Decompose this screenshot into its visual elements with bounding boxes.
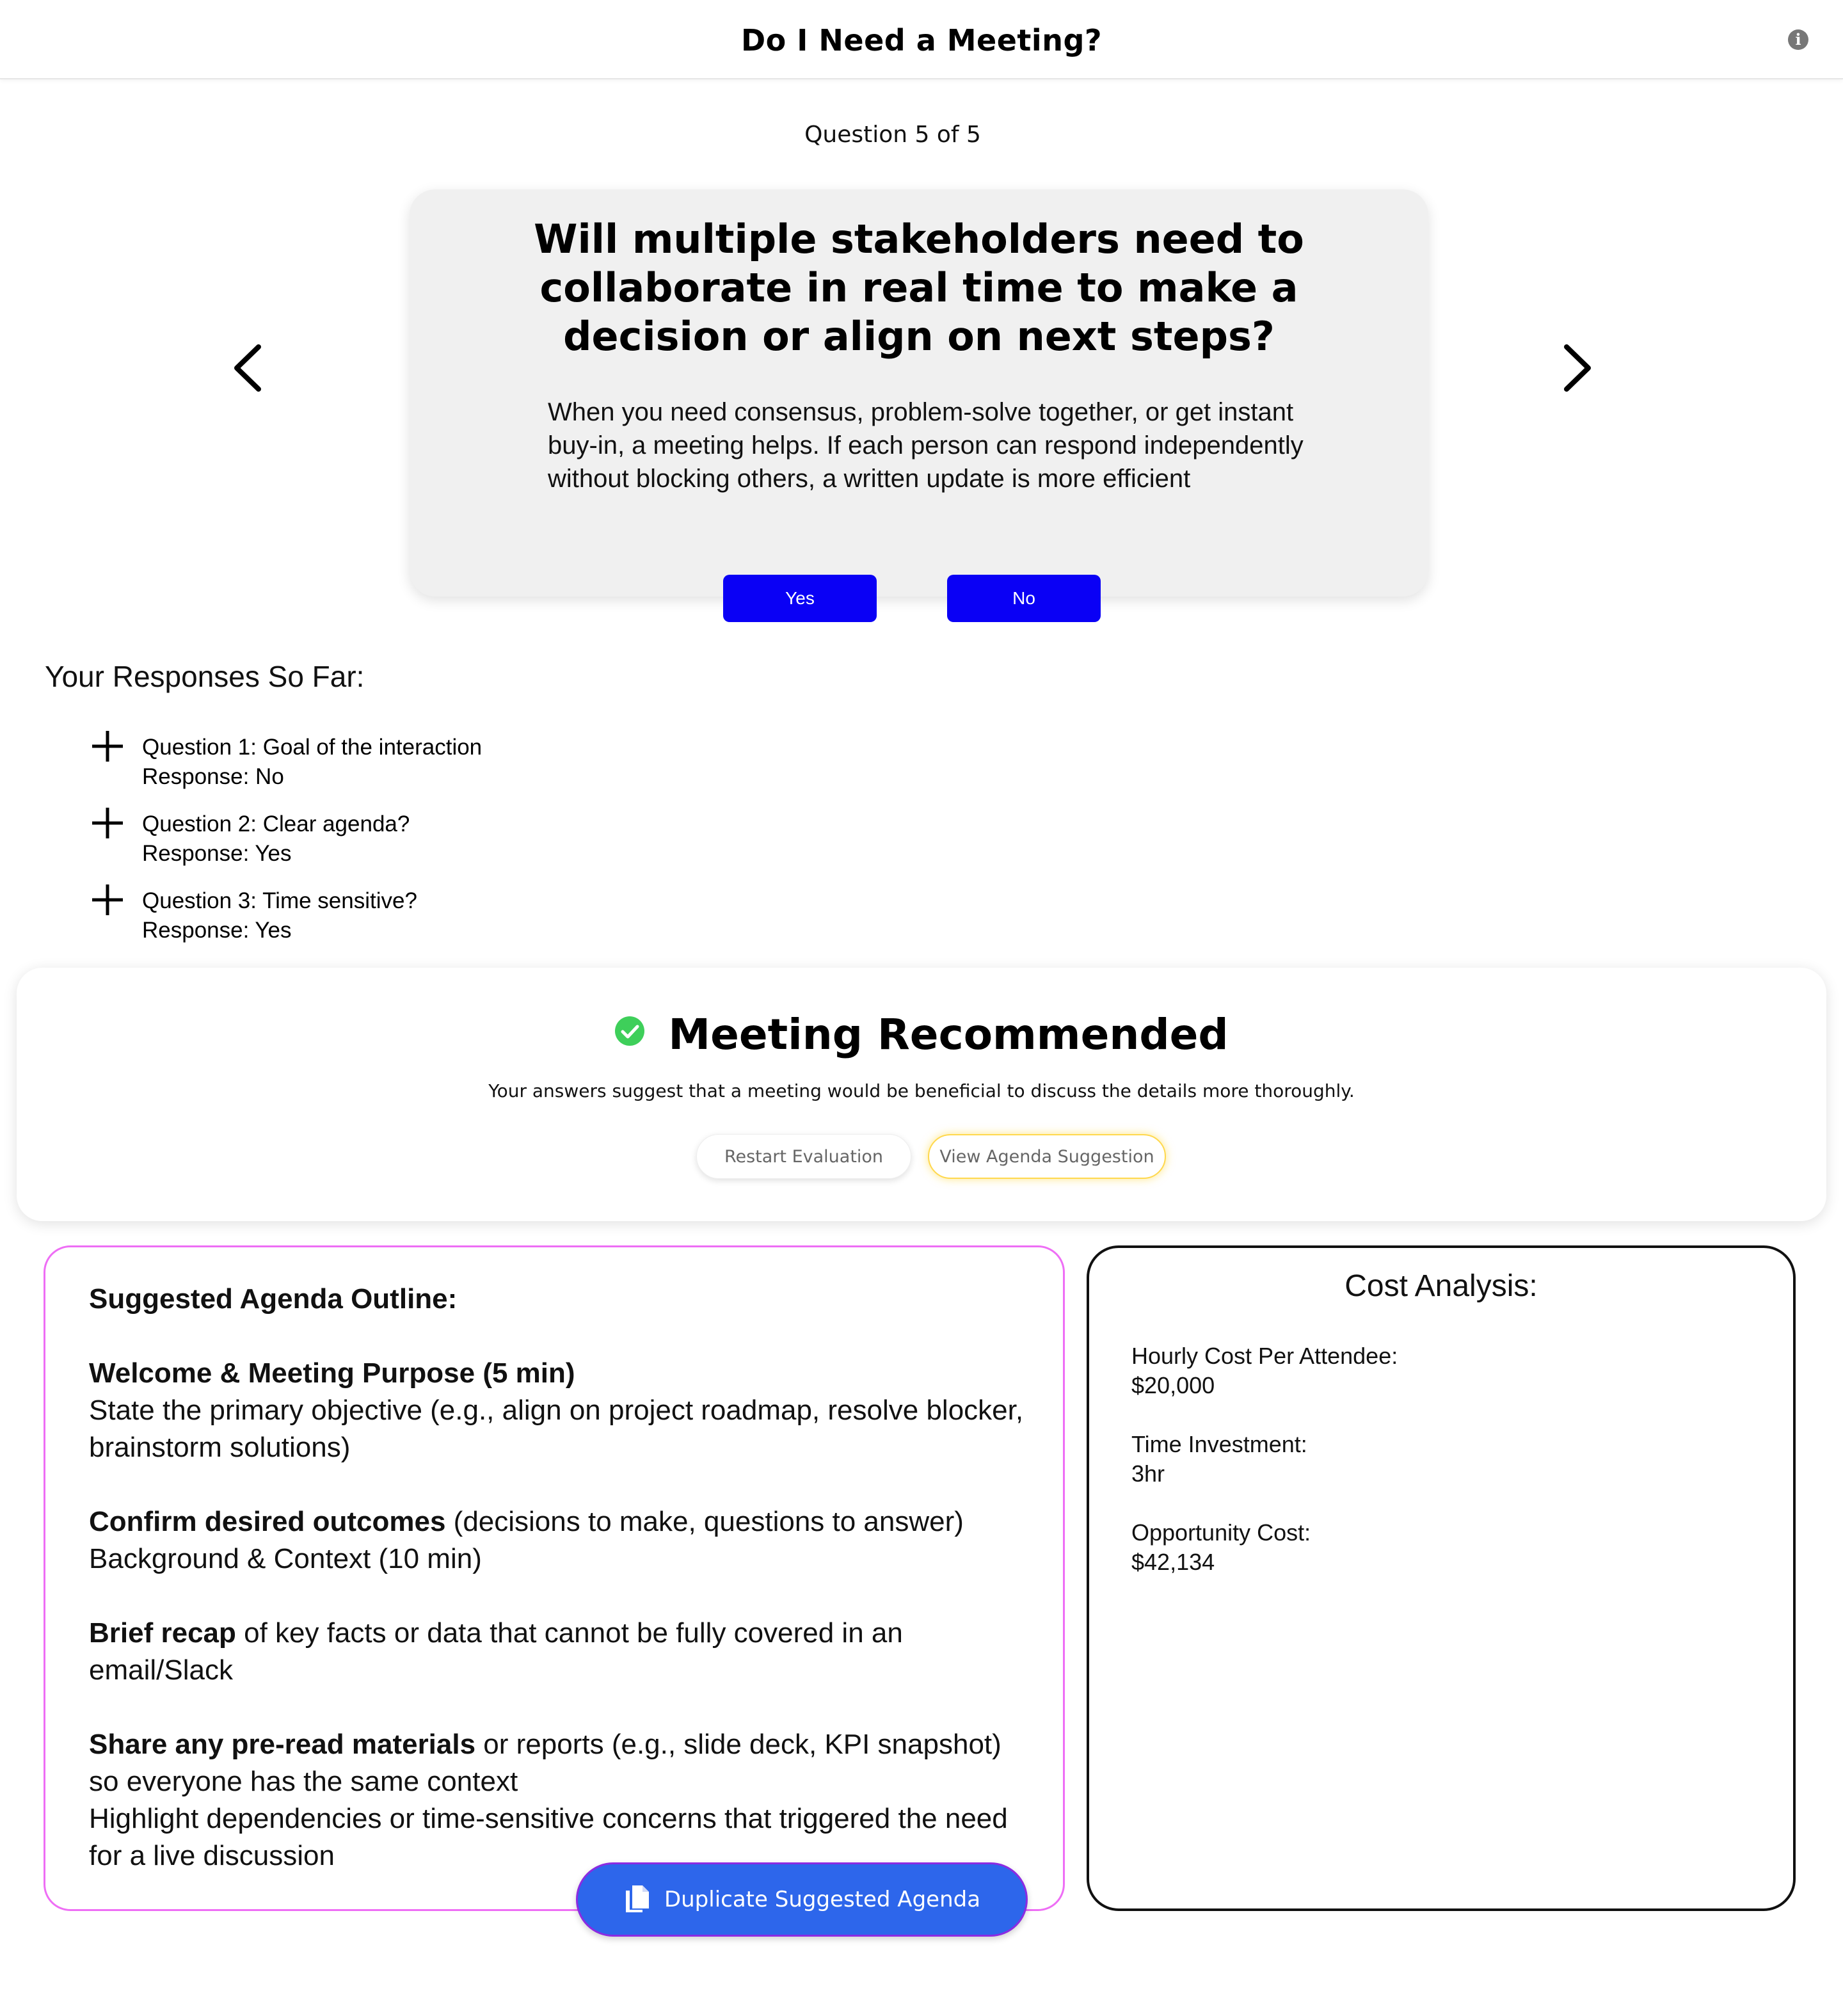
response-answer: Response: Yes [142,841,292,866]
response-item: Question 2: Clear agenda? Response: Yes [90,806,666,870]
question-progress: Question 5 of 5 [804,122,981,148]
restart-evaluation-button[interactable]: Restart Evaluation [696,1134,911,1179]
agenda-item-text: (decisions to make, questions to answer) [445,1506,964,1537]
chevron-right-icon [1564,344,1591,392]
expand-plus-icon[interactable] [90,728,125,764]
expand-plus-icon[interactable] [90,882,125,918]
prev-question-button[interactable] [225,339,270,397]
cost-value: $42,134 [1131,1549,1215,1575]
agenda-item-title: Welcome & Meeting Purpose (5 min) [89,1357,575,1389]
question-title: Will multiple stakeholders need to colla… [534,216,1304,360]
result-subtitle: Your answers suggest that a meeting woul… [488,1080,1355,1101]
duplicate-agenda-label: Duplicate Suggested Agenda [664,1887,981,1912]
info-icon[interactable]: i [1788,29,1808,50]
question-description: When you need consensus, problem-solve t… [548,398,1304,493]
agenda-item: Confirm desired outcomes (decisions to m… [89,1503,1036,1578]
agenda-card: Suggested Agenda Outline: Welcome & Meet… [44,1245,1065,1911]
agenda-item: Welcome & Meeting Purpose (5 min) State … [89,1355,1036,1466]
question-card: Will multiple stakeholders need to colla… [410,189,1428,596]
agenda-content: Suggested Agenda Outline: Welcome & Meet… [89,1281,1036,1875]
response-answer: Response: No [142,764,284,789]
agenda-item-title: Confirm desired outcomes [89,1506,446,1537]
app-header: Do I Need a Meeting? i [0,0,1843,79]
agenda-item-text: State the primary objective (e.g., align… [89,1395,1024,1463]
cost-time: Time Investment: 3hr [1131,1430,1307,1489]
chevron-left-icon [234,344,261,392]
agenda-item: Share any pre-read materials or reports … [89,1726,1036,1875]
response-item: Question 1: Goal of the interaction Resp… [90,730,666,794]
agenda-heading: Suggested Agenda Outline: [89,1283,458,1315]
response-question: Question 2: Clear agenda? [142,812,410,836]
cost-hourly: Hourly Cost Per Attendee: $20,000 [1131,1341,1398,1400]
cost-opportunity: Opportunity Cost: $42,134 [1131,1518,1311,1577]
agenda-item-title: Brief recap [89,1617,236,1649]
cost-label: Time Investment: [1131,1431,1307,1457]
result-card: Meeting Recommended Your answers suggest… [17,968,1826,1221]
yes-button[interactable]: Yes [723,575,877,622]
cost-label: Opportunity Cost: [1131,1519,1311,1546]
response-question: Question 1: Goal of the interaction [142,735,483,760]
cost-label: Hourly Cost Per Attendee: [1131,1343,1398,1369]
app-title: Do I Need a Meeting? [740,23,1103,58]
result-title: Meeting Recommended [668,1010,1229,1059]
response-item: Question 3: Time sensitive? Response: Ye… [90,883,666,947]
responses-heading: Your Responses So Far: [45,660,365,693]
cost-analysis-card: Cost Analysis: Hourly Cost Per Attendee:… [1087,1245,1796,1911]
cost-value: $20,000 [1131,1372,1215,1398]
next-question-button[interactable] [1555,339,1600,397]
response-question: Question 3: Time sensitive? [142,888,417,913]
cost-title: Cost Analysis: [1344,1269,1538,1303]
expand-plus-icon[interactable] [90,805,125,841]
agenda-item-title: Share any pre-read materials [89,1729,476,1760]
response-answer: Response: Yes [142,918,292,943]
view-agenda-suggestion-button[interactable]: View Agenda Suggestion [928,1134,1166,1179]
no-button[interactable]: No [947,575,1101,622]
copy-document-icon [623,1884,651,1915]
cost-value: 3hr [1131,1460,1165,1487]
check-circle-icon [614,1016,645,1046]
agenda-item: Brief recap of key facts or data that ca… [89,1615,1036,1689]
duplicate-agenda-button[interactable]: Duplicate Suggested Agenda [576,1862,1028,1937]
result-title-row: Meeting Recommended [17,1010,1826,1059]
agenda-item-text: Background & Context (10 min) [89,1543,482,1574]
